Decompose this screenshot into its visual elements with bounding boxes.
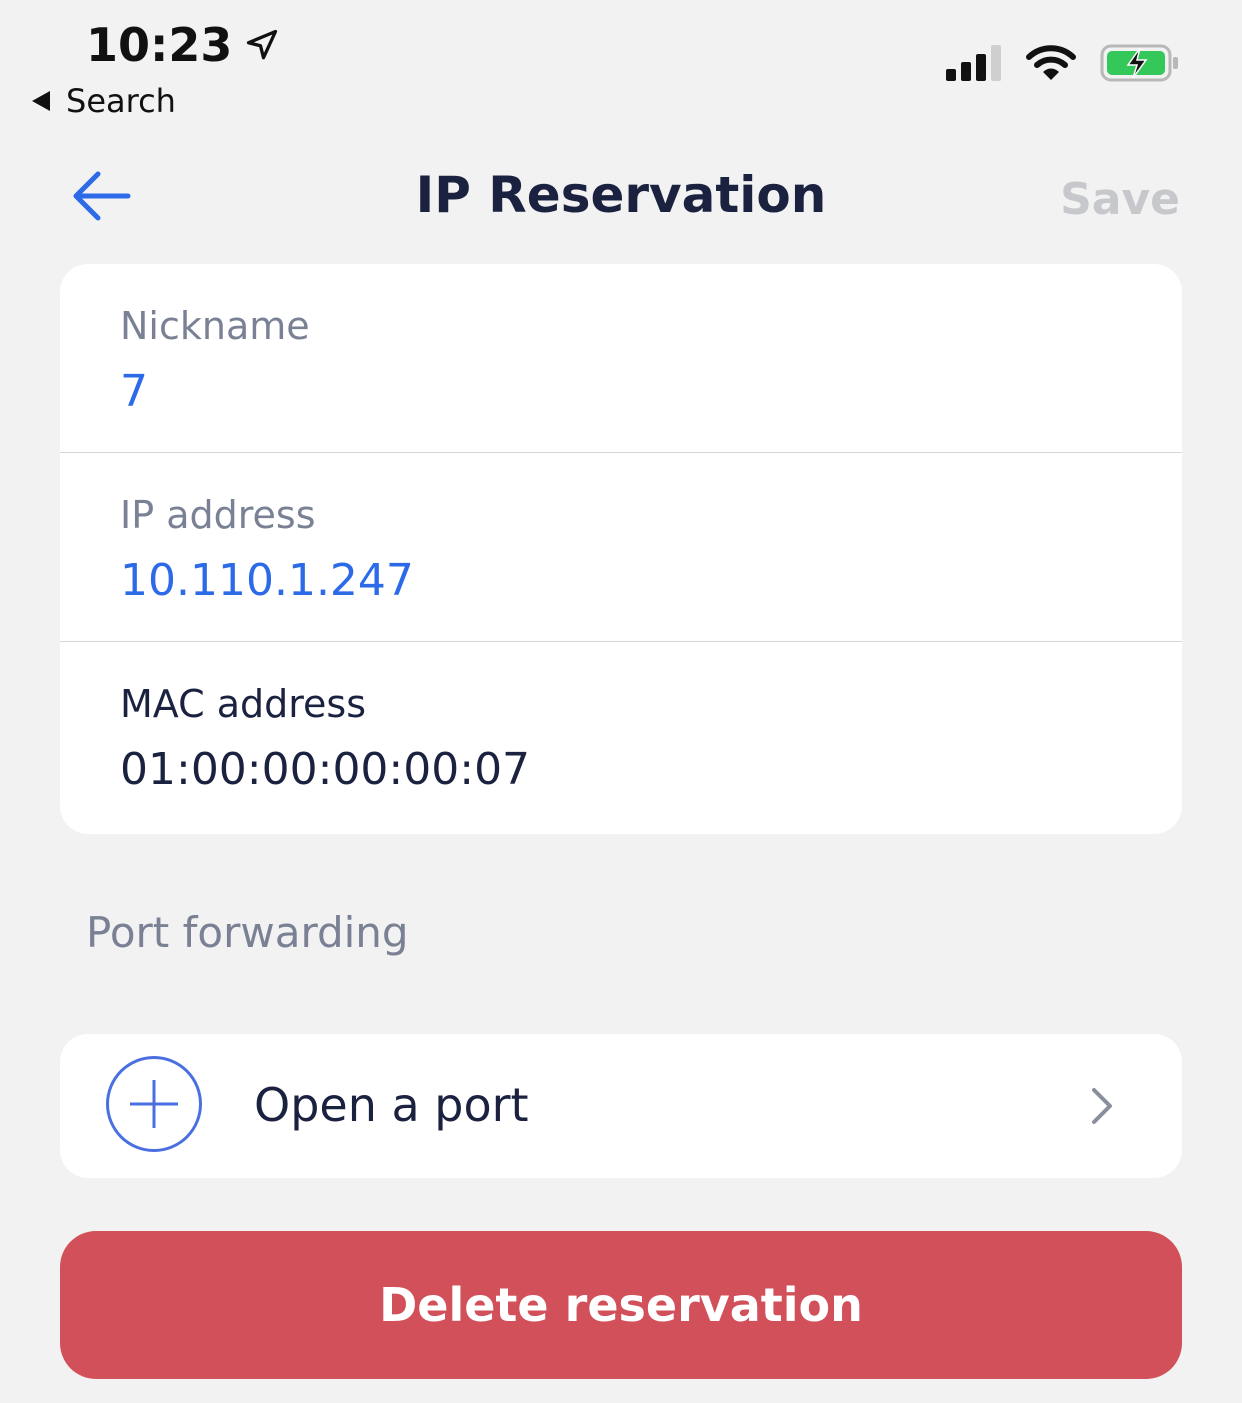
delete-reservation-button[interactable]: Delete reservation [60,1231,1182,1379]
status-back-link[interactable]: Search [32,82,176,120]
status-back-label: Search [66,82,176,120]
battery-charging-icon [1100,44,1178,82]
open-port-label: Open a port [254,1078,529,1132]
status-icons [946,44,1180,82]
mac-address-label: MAC address [120,682,367,726]
back-triangle-icon [32,91,50,111]
status-time: 10:23 [86,18,233,72]
save-button[interactable]: Save [1060,174,1180,225]
signal-icon [946,45,1001,81]
port-forwarding-section-title: Port forwarding [86,908,409,957]
location-arrow-icon [247,29,278,60]
ip-address-label: IP address [120,493,316,537]
chevron-right-icon [1092,1088,1112,1124]
wifi-icon [1026,45,1076,80]
mac-address-field: MAC address 01:00:00:00:00:07 [60,642,1182,831]
open-port-row[interactable]: Open a port [60,1034,1182,1178]
plus-circle-icon [106,1056,202,1152]
status-time-group: 10:23 [86,18,280,72]
mac-address-value: 01:00:00:00:00:07 [120,744,531,795]
nickname-label: Nickname [120,304,310,348]
ip-address-value[interactable]: 10.110.1.247 [120,553,1182,609]
reservation-details-card: Nickname 7 IP address 10.110.1.247 MAC a… [60,264,1182,834]
nickname-field[interactable]: Nickname 7 [60,264,1182,453]
page-title: IP Reservation [415,166,827,224]
nickname-value[interactable]: 7 [120,364,1182,420]
ip-address-field[interactable]: IP address 10.110.1.247 [60,453,1182,642]
